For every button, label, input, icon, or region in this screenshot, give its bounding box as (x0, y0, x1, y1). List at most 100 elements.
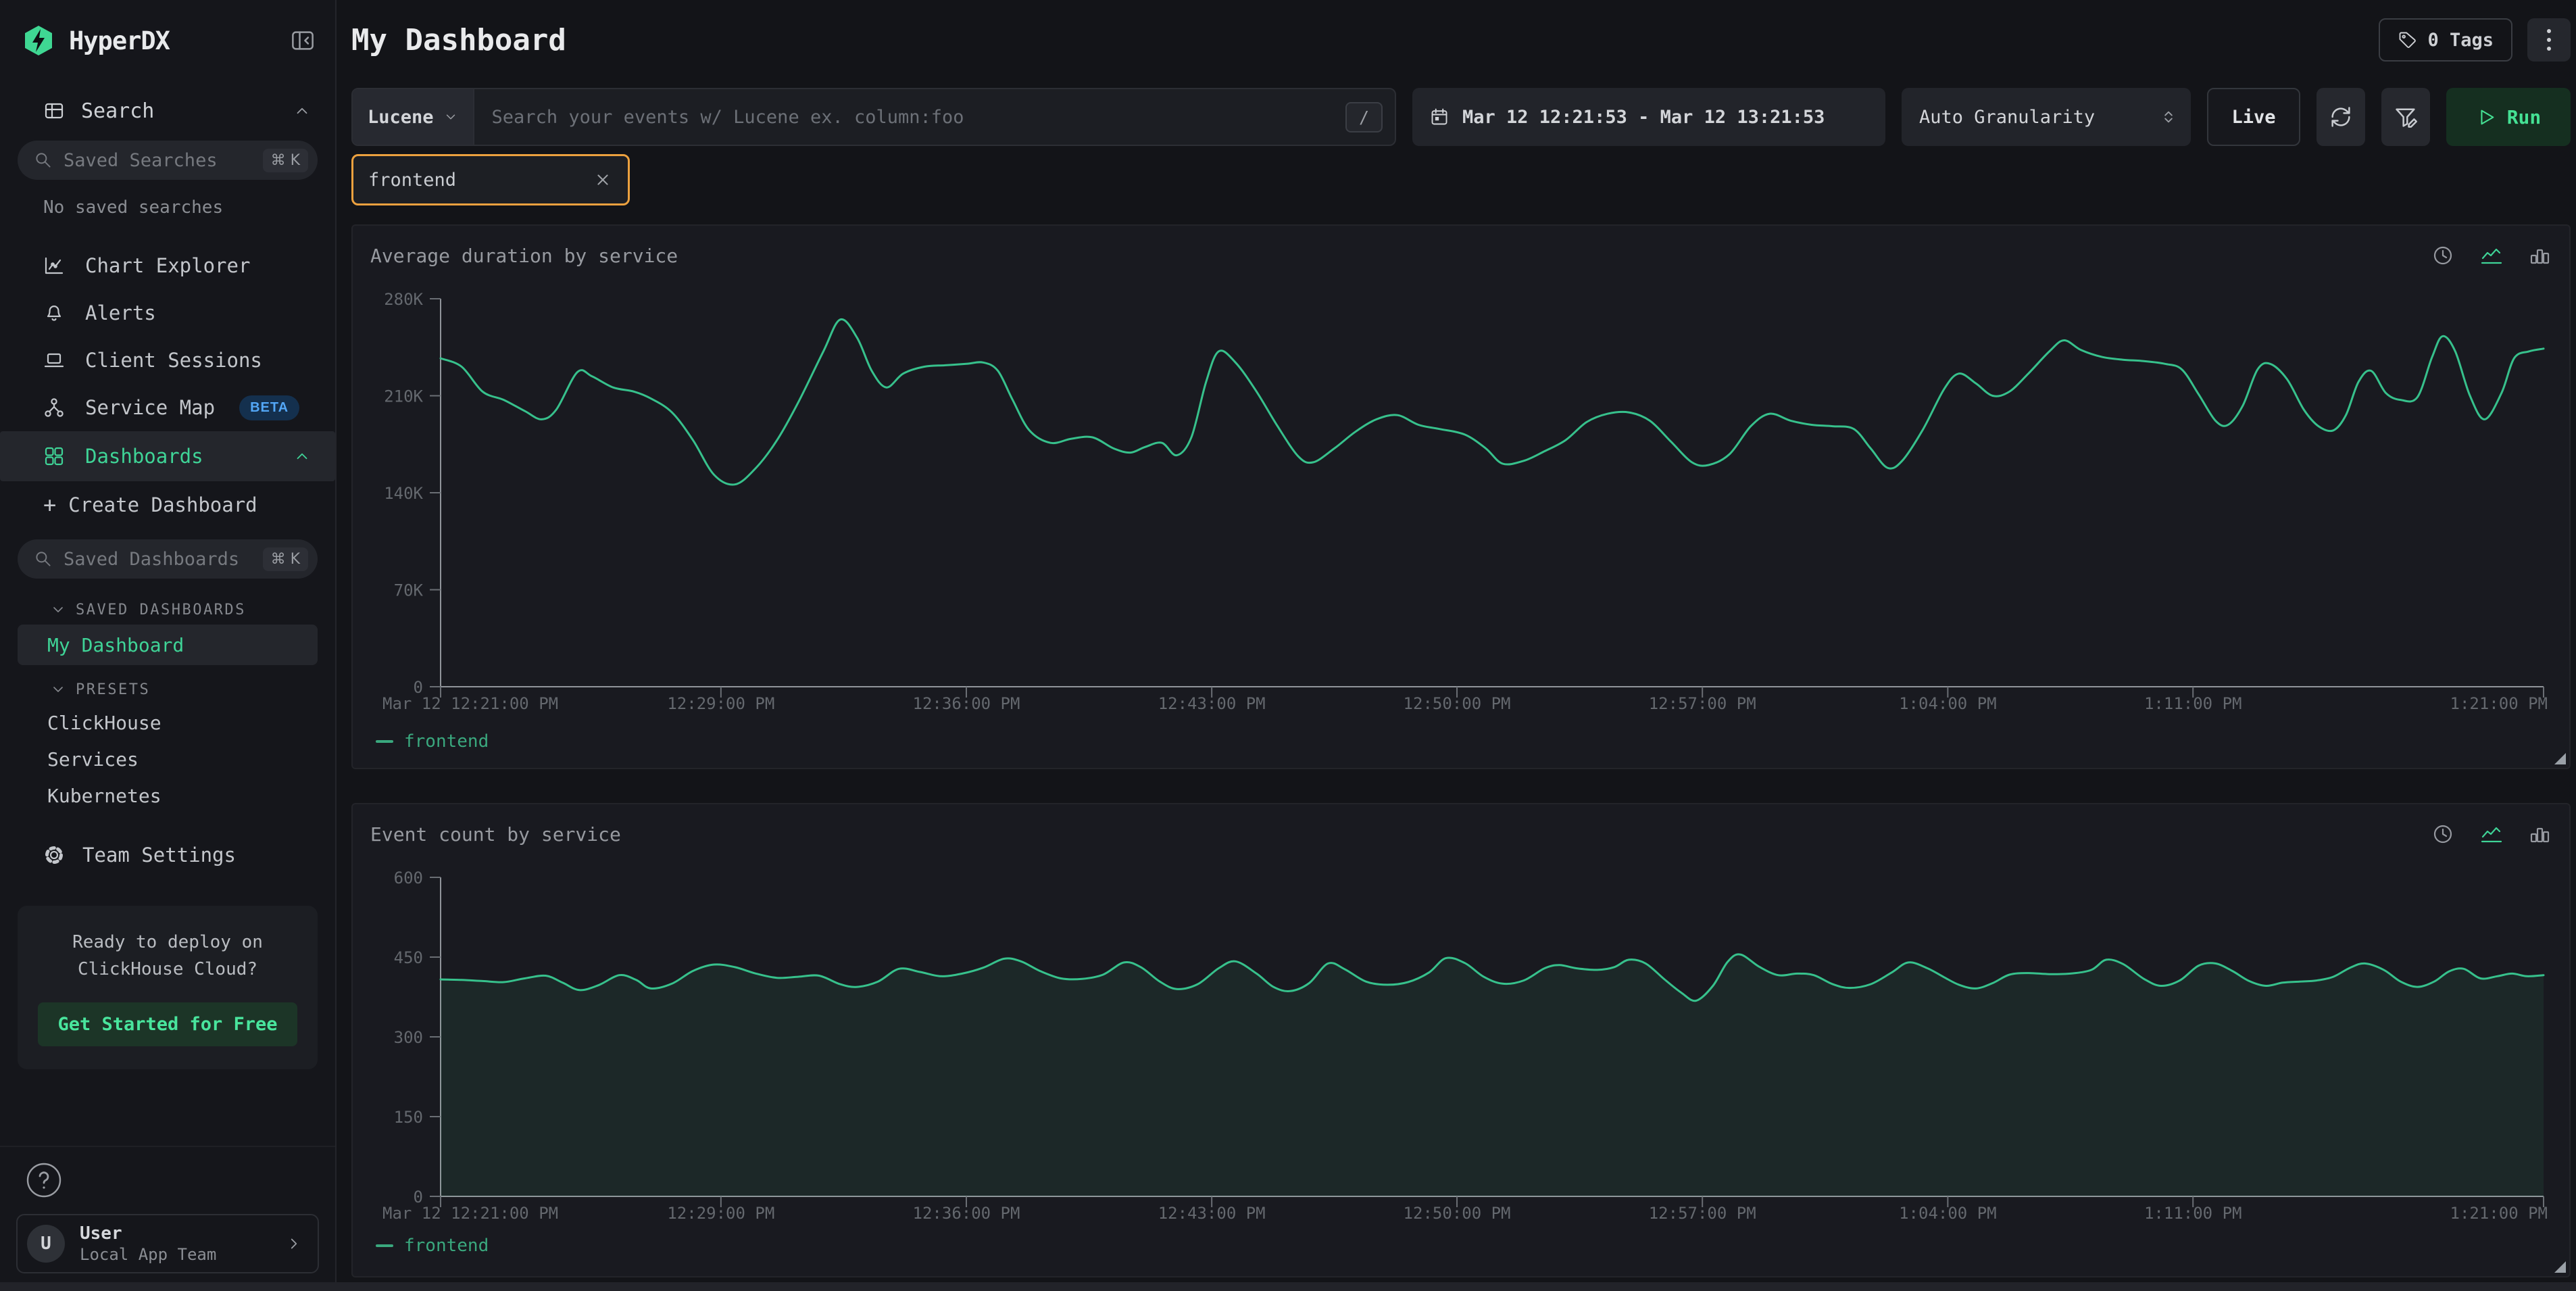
svg-text:450: 450 (394, 948, 423, 967)
user-menu[interactable]: U User Local App Team (16, 1214, 319, 1273)
granularity-select[interactable]: Auto Granularity (1902, 88, 2191, 146)
calendar-icon (1430, 107, 1449, 126)
chart-explorer-icon (43, 255, 65, 276)
no-saved-searches-text: No saved searches (0, 197, 335, 218)
clock-icon[interactable] (2431, 823, 2454, 846)
help-icon (26, 1162, 62, 1198)
saved-searches-field[interactable]: ⌘ K (18, 141, 318, 180)
query-language-select[interactable]: Lucene (353, 89, 474, 145)
chevron-down-icon (50, 681, 66, 698)
chart-legend[interactable]: frontend (370, 1236, 2552, 1256)
avg-duration-chart[interactable]: 070K140K210K280KMar 12 12:21:00 PM12:29:… (370, 281, 2550, 721)
sidebar-item-chart-explorer[interactable]: Chart Explorer (0, 242, 335, 289)
beta-badge: BETA (239, 395, 299, 420)
preset-label: Services (47, 748, 139, 771)
logo-row: HyperDX (0, 23, 335, 58)
sidebar-item-my-dashboard[interactable]: My Dashboard (18, 625, 318, 665)
svg-text:12:36:00 PM: 12:36:00 PM (913, 1204, 1020, 1223)
user-team: Local App Team (80, 1245, 216, 1264)
panel-header: Average duration by service (370, 241, 2552, 270)
sidebar-item-client-sessions[interactable]: Client Sessions (0, 337, 335, 384)
legend-label: frontend (404, 731, 489, 752)
panel-resize-handle[interactable] (2554, 753, 2566, 764)
legend-marker (376, 740, 393, 743)
team-settings-label: Team Settings (82, 844, 236, 867)
refresh-button[interactable] (2317, 88, 2365, 146)
panel-collapse-icon (291, 28, 315, 53)
preset-item-clickhouse[interactable]: ClickHouse (0, 704, 335, 741)
saved-dashboards-input[interactable] (64, 549, 252, 570)
svg-text:1:04:00 PM: 1:04:00 PM (1899, 1204, 1997, 1223)
sidebar-item-dashboards[interactable]: Dashboards (0, 431, 335, 481)
create-dashboard-button[interactable]: + Create Dashboard (0, 481, 335, 529)
avatar: U (27, 1225, 65, 1263)
svg-text:1:21:00 PM: 1:21:00 PM (2450, 1204, 2548, 1223)
date-range-picker[interactable]: Mar 12 12:21:53 - Mar 12 13:21:53 (1412, 88, 1885, 146)
dashboard-menu-button[interactable] (2527, 18, 2571, 62)
chip-close-button[interactable] (593, 170, 613, 190)
cloud-card-text: Ready to deploy on ClickHouse Cloud? (38, 929, 297, 983)
chevron-up-icon (293, 102, 311, 120)
bell-icon (43, 302, 65, 324)
chart-legend[interactable]: frontend (370, 730, 2552, 753)
date-range-value: Mar 12 12:21:53 - Mar 12 13:21:53 (1462, 107, 1825, 128)
clock-icon[interactable] (2431, 244, 2454, 267)
svg-text:12:29:00 PM: 12:29:00 PM (667, 694, 774, 713)
chevron-right-icon (285, 1235, 303, 1252)
sidebar-item-team-settings[interactable]: Team Settings (0, 831, 335, 879)
svg-text:300: 300 (394, 1028, 423, 1047)
run-button-label: Run (2507, 106, 2542, 128)
event-count-chart[interactable]: 0150300450600Mar 12 12:21:00 PM12:29:00 … (370, 860, 2550, 1230)
tags-button[interactable]: 0 Tags (2379, 18, 2512, 62)
sidebar-bottom-dock: U User Local App Team (0, 1146, 335, 1291)
granularity-value: Auto Granularity (1919, 107, 2095, 128)
svg-text:70K: 70K (394, 581, 424, 600)
preset-item-kubernetes[interactable]: Kubernetes (0, 777, 335, 814)
get-started-button[interactable]: Get Started for Free (38, 1002, 297, 1046)
query-toolbar: Lucene / Mar 12 12:21:53 - Mar 12 13:21:… (351, 88, 2571, 146)
line-chart-icon[interactable] (2480, 823, 2503, 846)
sidebar-item-label: Chart Explorer (85, 254, 250, 277)
sidebar-item-label: Service Map (85, 396, 215, 419)
event-search-input[interactable] (474, 107, 1345, 128)
live-button[interactable]: Live (2207, 88, 2300, 146)
sidebar-nav: Chart Explorer Alerts Client Sessions (0, 242, 335, 481)
run-button[interactable]: Run (2446, 88, 2571, 146)
chevron-up-down-icon (2160, 108, 2177, 126)
sidebar-section-search[interactable]: Search (0, 96, 335, 126)
section-label-text: PRESETS (76, 681, 150, 698)
chevron-down-icon (50, 602, 66, 618)
chevron-down-icon (443, 109, 458, 124)
bar-chart-icon[interactable] (2529, 244, 2552, 267)
saved-dashboards-field[interactable]: ⌘ K (18, 539, 318, 579)
filter-chip-value: frontend (368, 170, 456, 191)
panel-header: Event count by service (370, 819, 2552, 849)
presets-section-header[interactable]: PRESETS (0, 675, 335, 704)
shortcut-badge: ⌘ K (263, 547, 308, 571)
service-filter-chip[interactable]: frontend (351, 154, 630, 205)
play-icon (2476, 107, 2496, 127)
horizontal-scrollbar[interactable] (0, 1282, 2576, 1291)
panel-resize-handle[interactable] (2554, 1261, 2566, 1273)
svg-text:12:36:00 PM: 12:36:00 PM (913, 694, 1020, 713)
bar-chart-icon[interactable] (2529, 823, 2552, 846)
line-chart-icon[interactable] (2480, 244, 2503, 267)
filter-edit-button[interactable] (2381, 88, 2430, 146)
help-button[interactable] (26, 1162, 62, 1200)
sidebar-item-alerts[interactable]: Alerts (0, 289, 335, 337)
svg-text:1:11:00 PM: 1:11:00 PM (2144, 1204, 2242, 1223)
svg-text:12:43:00 PM: 12:43:00 PM (1158, 694, 1266, 713)
legend-marker (376, 1244, 393, 1247)
chevron-up-icon (293, 447, 311, 465)
tags-button-label: 0 Tags (2427, 30, 2494, 51)
dashboard-item-label: My Dashboard (47, 634, 184, 656)
svg-text:12:57:00 PM: 12:57:00 PM (1649, 694, 1756, 713)
saved-dashboards-section-header[interactable]: SAVED DASHBOARDS (0, 595, 335, 625)
preset-item-services[interactable]: Services (0, 741, 335, 777)
svg-text:12:50:00 PM: 12:50:00 PM (1404, 1204, 1511, 1223)
saved-searches-input[interactable] (64, 150, 252, 171)
filter-chip-row: frontend (351, 154, 2571, 205)
sidebar-collapse-button[interactable] (291, 28, 315, 53)
sidebar-item-service-map[interactable]: Service Map BETA (0, 384, 335, 431)
shortcut-badge: ⌘ K (263, 149, 308, 172)
